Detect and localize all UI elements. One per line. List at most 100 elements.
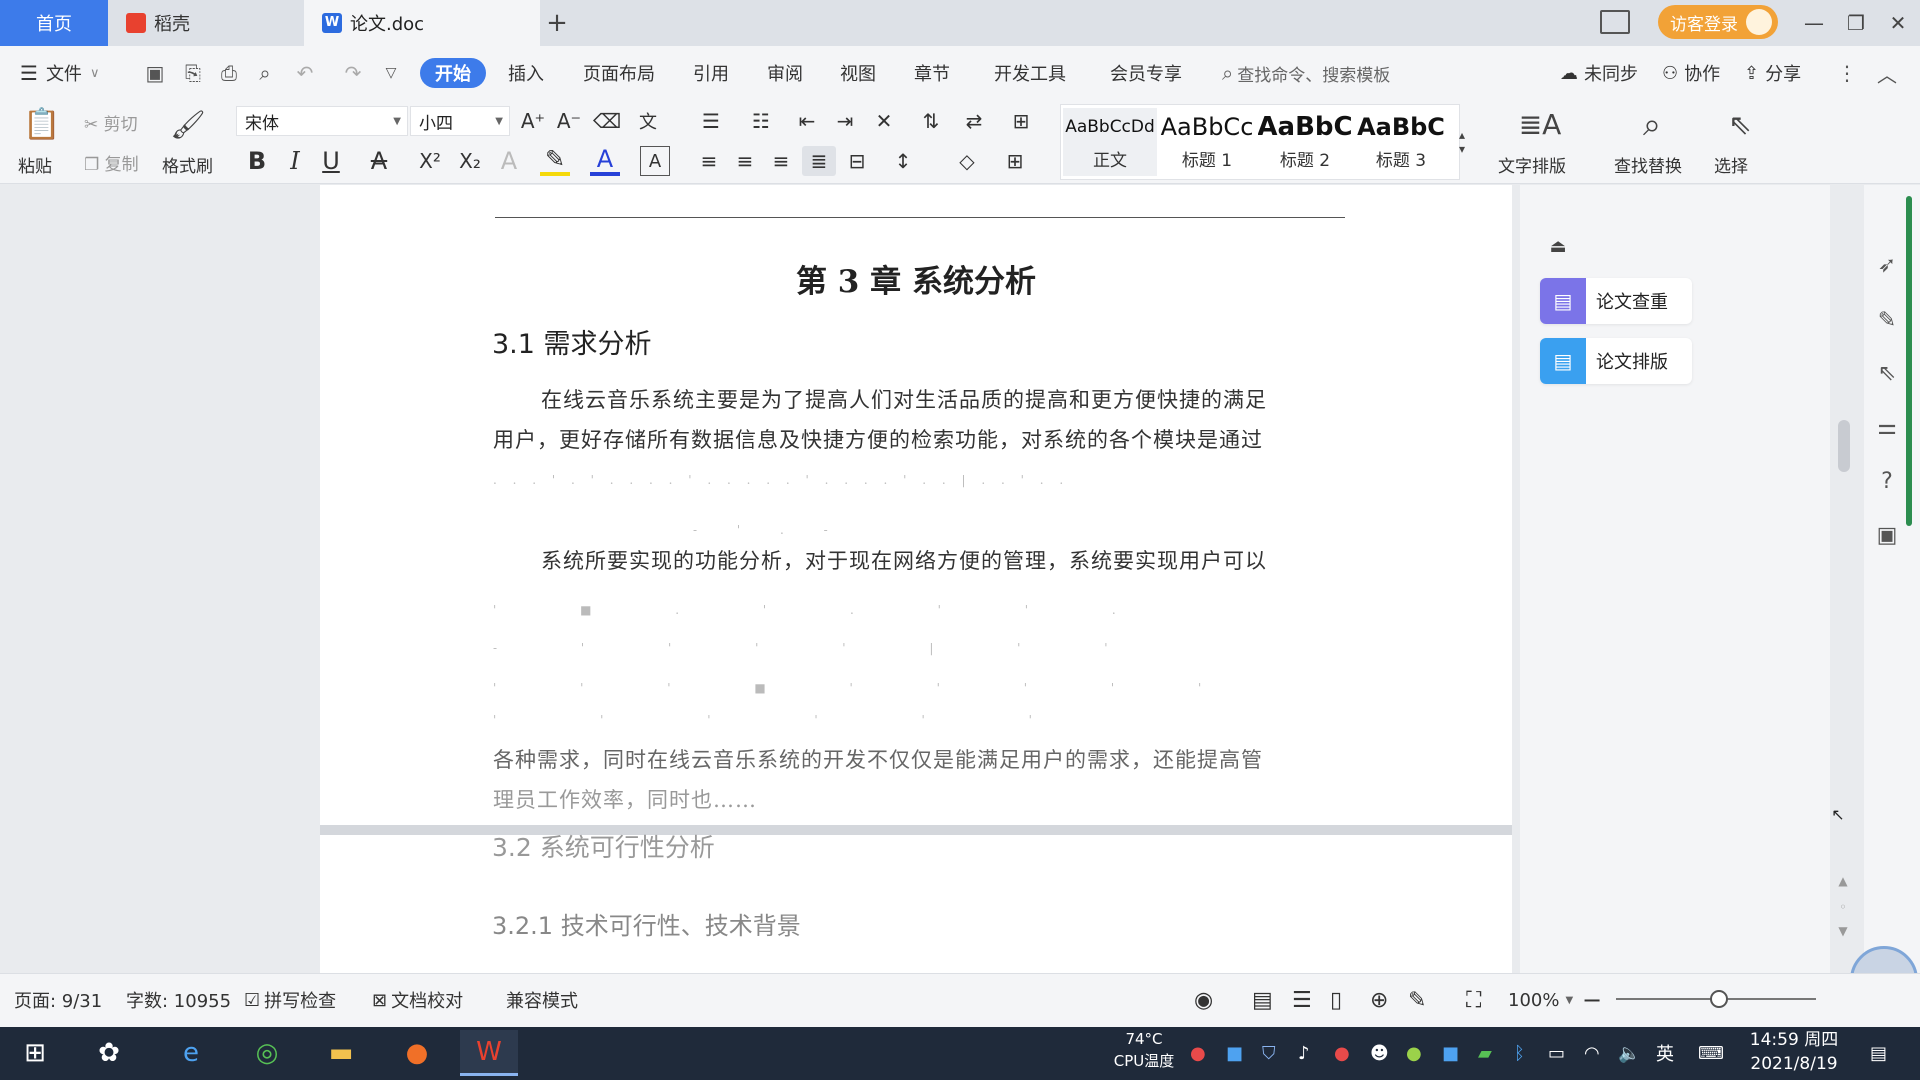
cursor-icon[interactable]: ⇖ — [1872, 358, 1902, 388]
menu-insert[interactable]: 插入 — [508, 58, 544, 88]
minimize-icon[interactable]: — — [1796, 6, 1832, 40]
find-replace-icon[interactable]: ⌕ — [1632, 104, 1672, 144]
quick-access-more-icon[interactable]: ▽ — [378, 60, 404, 86]
notification-bell-icon[interactable]: ♪ — [1298, 1040, 1310, 1066]
window-layout-icon[interactable] — [1600, 10, 1630, 34]
redo-icon[interactable]: ↷ — [340, 60, 366, 86]
menu-developer[interactable]: 开发工具 — [994, 58, 1066, 88]
page-indicator[interactable]: 页面: 9/31 — [14, 986, 102, 1014]
scroll-up-icon[interactable]: ▲ — [1834, 872, 1852, 890]
volume-icon[interactable]: 🔈 — [1618, 1040, 1640, 1066]
eye-protection-icon[interactable]: ◉ — [1194, 986, 1213, 1014]
clear-format-icon[interactable]: ⌫ — [592, 106, 622, 136]
font-color-icon[interactable]: A — [590, 145, 620, 176]
word-count[interactable]: 字数: 10955 — [126, 986, 231, 1014]
doc-proof-button[interactable]: ⊠ 文档校对 — [372, 986, 463, 1014]
file-explorer-icon[interactable]: ▬ — [312, 1030, 370, 1076]
web-view-icon[interactable]: ⊕ — [1370, 986, 1388, 1014]
internet-explorer-icon[interactable]: e — [162, 1030, 220, 1076]
style-heading-2[interactable]: AaBbC 标题 2 — [1258, 108, 1352, 176]
superscript-icon[interactable]: X² — [412, 146, 448, 176]
export-icon[interactable]: ⎘ — [180, 60, 206, 86]
select-cursor-icon[interactable]: ⇖ — [1722, 104, 1758, 144]
menu-page-layout[interactable]: 页面布局 — [583, 58, 655, 88]
zoom-out-icon[interactable]: − — [1582, 986, 1602, 1014]
char-border-icon[interactable]: A — [640, 146, 670, 176]
action-center-icon[interactable]: ▤ — [1870, 1040, 1887, 1066]
menu-chapter[interactable]: 章节 — [914, 58, 950, 88]
share-button[interactable]: ⇪ 分享 — [1744, 58, 1801, 88]
tray-app-icon[interactable]: ■ — [1442, 1040, 1459, 1066]
underline-icon[interactable]: U — [316, 146, 346, 176]
line-spacing-icon[interactable]: ↕ — [886, 146, 920, 176]
restore-icon[interactable]: ❐ — [1838, 6, 1874, 40]
collapse-ribbon-icon[interactable]: ︿ — [1874, 60, 1900, 87]
bluetooth-icon[interactable]: ᛒ — [1514, 1040, 1525, 1066]
outline-view-icon[interactable]: ☰ — [1292, 986, 1312, 1014]
decrease-indent-icon[interactable]: ⇤ — [792, 106, 822, 136]
menu-references[interactable]: 引用 — [693, 58, 729, 88]
style-scroll-icon[interactable]: ▴ ▾ — [1452, 108, 1472, 176]
phonetic-guide-icon[interactable]: 文 — [630, 106, 666, 136]
shield-icon[interactable]: ⛉ — [1262, 1040, 1276, 1066]
tray-app-icon[interactable]: ● — [1190, 1040, 1206, 1066]
undo-icon[interactable]: ↶ — [292, 60, 318, 86]
zoom-select[interactable]: 100% ▼ — [1508, 986, 1573, 1014]
image-tool-icon[interactable]: ▣ — [1872, 520, 1902, 550]
print-preview-icon[interactable]: ⌕ — [252, 60, 278, 86]
shading-icon[interactable]: ◇ — [950, 146, 984, 176]
new-tab-button[interactable]: + — [540, 6, 574, 40]
vertical-scrollbar[interactable] — [1836, 200, 1852, 960]
justify-icon[interactable]: ≣ — [802, 146, 836, 176]
paper-layout-button[interactable]: ▤ 论文排版 — [1540, 338, 1692, 384]
find-replace-label[interactable]: 查找替换 — [1614, 152, 1682, 177]
style-heading-1[interactable]: AaBbCc 标题 1 — [1160, 108, 1254, 176]
wifi-icon[interactable]: ◠ — [1584, 1040, 1600, 1066]
text-layout-label[interactable]: 文字排版 — [1498, 152, 1566, 177]
help-icon[interactable]: ? — [1872, 466, 1902, 496]
italic-icon[interactable]: I — [280, 146, 310, 176]
tab-document[interactable]: W 论文.doc — [304, 0, 540, 46]
tray-app-icon[interactable]: ■ — [1226, 1040, 1243, 1066]
borders-icon[interactable]: ⊞ — [998, 146, 1032, 176]
sort-icon[interactable]: ⇅ — [916, 106, 946, 136]
adjust-icon[interactable]: ⚌ — [1872, 412, 1902, 442]
command-search-input[interactable]: ⌕ 查找命令、搜索模板 — [1222, 58, 1542, 88]
style-heading-3[interactable]: AaBbC 标题 3 — [1354, 108, 1448, 176]
font-size-select[interactable]: 小四 ▼ — [410, 106, 510, 136]
spell-check-toggle[interactable]: ☑ 拼写检查 — [244, 986, 336, 1014]
paper-check-button[interactable]: ▤ 论文查重 — [1540, 278, 1692, 324]
file-menu[interactable]: ☰ 文件 ∨ — [20, 58, 99, 88]
shrink-font-icon[interactable]: A⁻ — [554, 106, 584, 136]
tray-app-icon[interactable]: ● — [1406, 1040, 1422, 1066]
grow-font-icon[interactable]: A⁺ — [518, 106, 548, 136]
align-center-icon[interactable]: ≡ — [730, 146, 760, 176]
wps-office-icon[interactable]: W — [460, 1030, 518, 1076]
font-name-select[interactable]: 宋体 ▼ — [236, 106, 408, 136]
write-mode-icon[interactable]: ✎ — [1408, 986, 1426, 1014]
style-normal[interactable]: AaBbCcDd 正文 — [1063, 108, 1157, 176]
scrollbar-thumb[interactable] — [1838, 420, 1850, 472]
sync-status-button[interactable]: ☁ 未同步 — [1560, 58, 1638, 88]
collaborate-button[interactable]: ⚇ 协作 — [1662, 58, 1720, 88]
app-launcher-icon[interactable]: ✿ — [80, 1030, 138, 1076]
qq-icon[interactable]: ☻ — [1370, 1040, 1389, 1066]
increase-indent-icon[interactable]: ⇥ — [830, 106, 860, 136]
strikethrough-icon[interactable]: A — [364, 146, 394, 176]
bold-icon[interactable]: B — [242, 146, 272, 176]
tab-stops-icon[interactable]: ⊞ — [1004, 106, 1038, 136]
select-label[interactable]: 选择 — [1714, 152, 1748, 177]
tab-home[interactable]: 首页 — [0, 0, 108, 46]
scroll-down-icon[interactable]: ▼ — [1834, 922, 1852, 940]
system-clock[interactable]: 14:59 周四 2021/8/19 — [1746, 1028, 1842, 1076]
print-icon[interactable]: ⎙ — [216, 60, 242, 86]
keyboard-icon[interactable]: ⌨ — [1698, 1040, 1724, 1066]
menu-member[interactable]: 会员专享 — [1110, 58, 1182, 88]
paste-icon[interactable]: 📋 — [22, 104, 62, 144]
page-view-icon[interactable]: ▤ — [1252, 986, 1273, 1014]
zoom-slider-handle[interactable] — [1710, 990, 1728, 1008]
cpu-temp-widget[interactable]: 74°C CPU温度 — [1106, 1028, 1182, 1072]
fit-page-icon[interactable]: ⛶ — [1466, 986, 1481, 1014]
pen-icon[interactable]: ✎ — [1872, 305, 1902, 335]
distributed-align-icon[interactable]: ⊟ — [842, 146, 872, 176]
